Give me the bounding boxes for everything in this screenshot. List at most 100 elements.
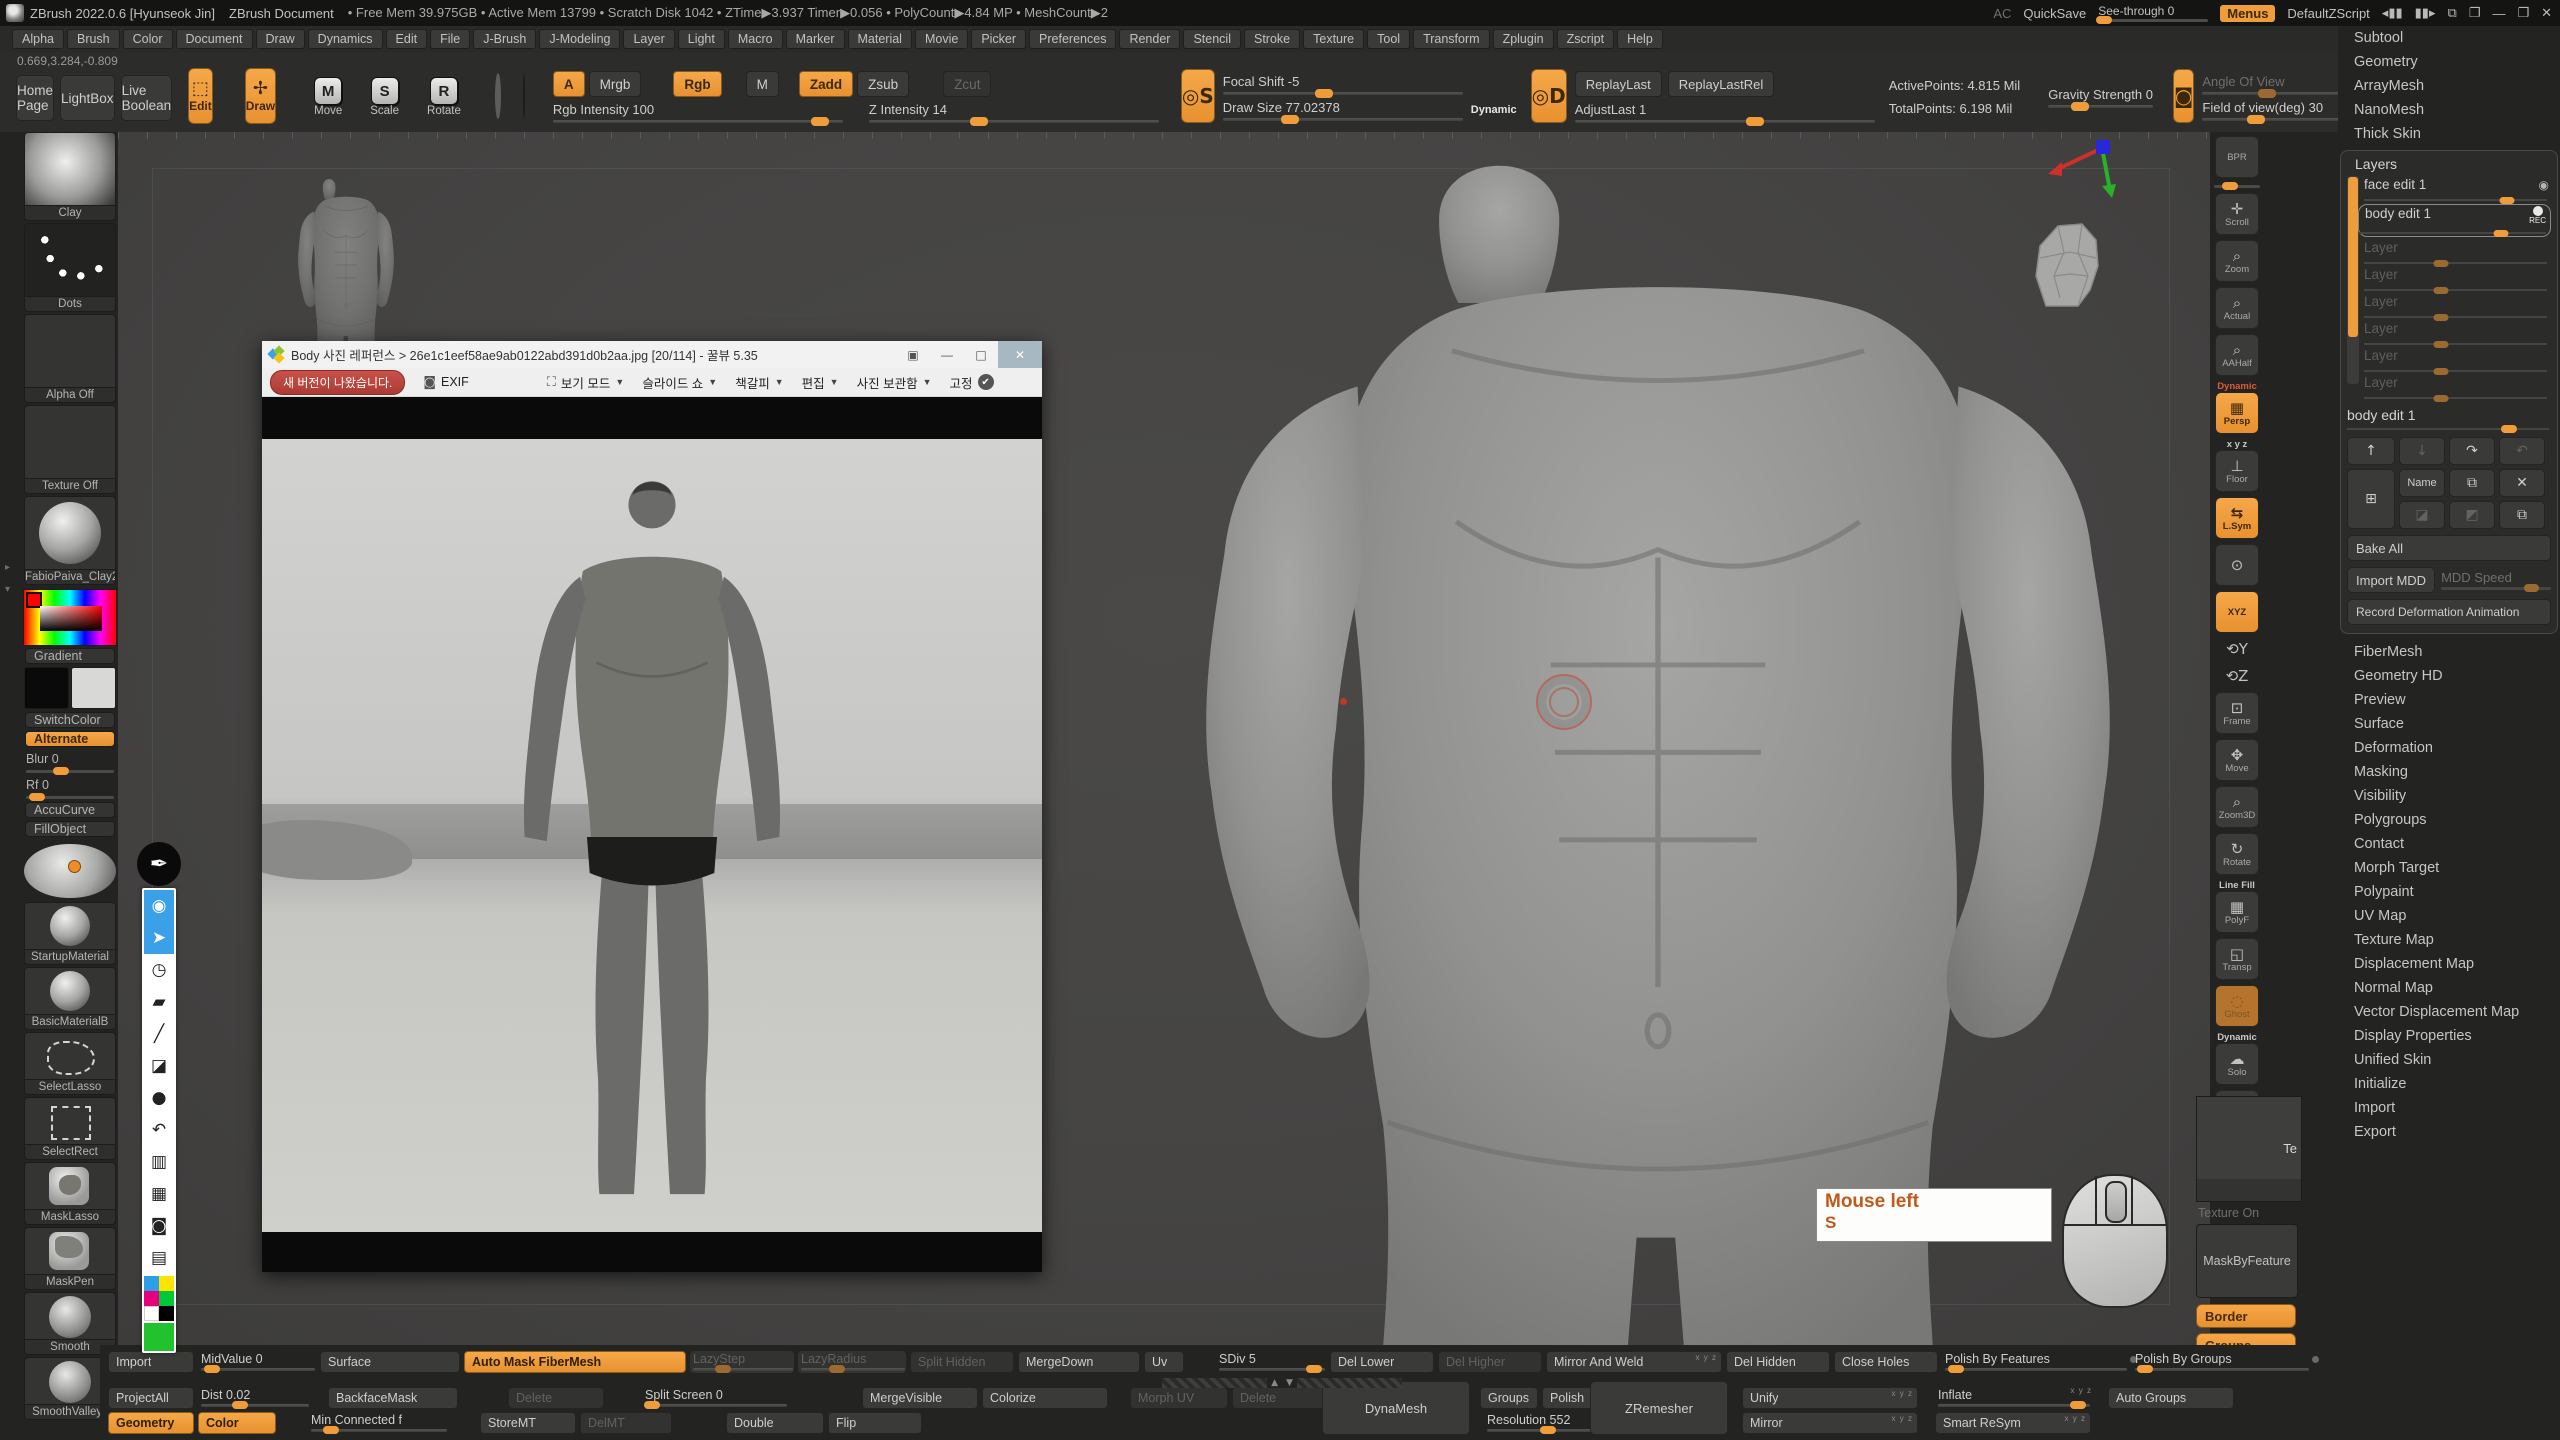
focal-shift-slider[interactable]: Focal Shift -5: [1223, 74, 1463, 95]
menu-item[interactable]: Texture: [1303, 29, 1364, 49]
saturation-value-area[interactable]: [40, 606, 102, 631]
selected-layer-slider[interactable]: [2347, 428, 2549, 430]
strip-tool-button[interactable]: Dynamic ☁ Solo Solo: [2214, 1032, 2260, 1085]
bottom-button[interactable]: MergeVisible: [862, 1387, 978, 1409]
quick-thumb[interactable]: [24, 967, 116, 1015]
photo-viewer-area[interactable]: [262, 397, 1042, 1272]
panel-section-item[interactable]: Initialize: [2338, 1072, 2560, 1096]
split-layer-button[interactable]: ◩: [2449, 501, 2495, 529]
palette-blue[interactable]: [144, 1276, 159, 1291]
panel-section-item[interactable]: FiberMesh: [2338, 640, 2560, 664]
edit-menu[interactable]: 편집 ▼: [802, 373, 839, 392]
merge-down-button[interactable]: ◪: [2399, 501, 2445, 529]
menu-item[interactable]: Document: [176, 29, 253, 49]
palette-magenta[interactable]: [144, 1291, 159, 1306]
layer-copy-button[interactable]: ⧉: [2499, 501, 2545, 529]
strip-tool-button[interactable]: ⌕ Zoom3D Zoom3D: [2214, 786, 2260, 828]
honeyview-window[interactable]: Body 사진 레퍼런스 > 26e1c1eef58ae9ab0122abd39…: [262, 341, 1042, 1272]
bottom-button[interactable]: Morph UV: [1130, 1387, 1228, 1409]
bottom-slider-track[interactable]: [2135, 1368, 2309, 1371]
rotate-mode-button[interactable]: R Rotate: [427, 77, 461, 117]
palette-green[interactable]: [159, 1291, 174, 1306]
panel-section-item[interactable]: Surface: [2338, 712, 2560, 736]
quick-thumb[interactable]: [24, 1032, 116, 1080]
sidebar-quick-item[interactable]: SelectLasso: [24, 1032, 116, 1095]
bottom-button[interactable]: Auto Groups: [2108, 1387, 2234, 1409]
bottom-button[interactable]: Auto Mask FiberMesh: [464, 1351, 686, 1373]
menu-item[interactable]: Stroke: [1244, 29, 1300, 49]
thumb-preview[interactable]: [24, 405, 116, 479]
annotation-tool-button[interactable]: ↶: [144, 1114, 174, 1146]
bottom-button[interactable]: Import: [108, 1351, 194, 1373]
panel-section-item[interactable]: Normal Map: [2338, 976, 2560, 1000]
fillobject-button[interactable]: FillObject: [25, 821, 115, 837]
layer-redo-button[interactable]: ↷: [2449, 437, 2495, 465]
gravity-strength-slider[interactable]: Gravity Strength 0: [2048, 87, 2153, 108]
color-palette[interactable]: [144, 1276, 174, 1321]
restore-button[interactable]: ❐: [2517, 6, 2529, 21]
draw-size-slider[interactable]: Draw Size 77.02378: [1223, 100, 1463, 121]
bake-all-button[interactable]: Bake All: [2347, 535, 2551, 561]
layer-row[interactable]: body edit 1 REC: [2358, 204, 2551, 237]
panel-section-item[interactable]: Export: [2338, 1120, 2560, 1144]
layer-row[interactable]: Layer: [2364, 266, 2551, 293]
update-notice-button[interactable]: 새 버전이 나왔습니다.: [270, 370, 405, 395]
pin-toggle[interactable]: 고정 ✔: [950, 373, 994, 392]
annotation-tool-button[interactable]: ▥: [144, 1146, 174, 1178]
see-through-slider[interactable]: See-through 0: [2098, 4, 2208, 22]
panel-section-item[interactable]: Visibility: [2338, 784, 2560, 808]
bottom-button[interactable]: x y z Smart ReSym: [1935, 1412, 2091, 1434]
menu-item[interactable]: Movie: [915, 29, 968, 49]
menu-item[interactable]: Marker: [786, 29, 845, 49]
panel-section-item[interactable]: Morph Target: [2338, 856, 2560, 880]
quick-thumb[interactable]: [24, 1227, 116, 1275]
menu-item[interactable]: Color: [123, 29, 173, 49]
bottom-button[interactable]: Del Lower: [1330, 1351, 1434, 1373]
bookmark-menu[interactable]: 책갈피 ▼: [735, 373, 783, 392]
quick-thumb[interactable]: [24, 1097, 116, 1145]
layer-intensity-slider[interactable]: [2364, 397, 2547, 399]
palette-yellow[interactable]: [159, 1276, 174, 1291]
replay-last-rel-button[interactable]: ReplayLastRel: [1668, 71, 1775, 97]
panel-section-item[interactable]: NanoMesh: [2338, 98, 2560, 122]
layer-row[interactable]: Layer: [2364, 293, 2551, 320]
thumb-preview[interactable]: [24, 132, 116, 206]
thumb-preview[interactable]: [24, 496, 116, 570]
bottom-button[interactable]: StoreMT: [480, 1412, 576, 1434]
color-picker[interactable]: [23, 589, 117, 646]
menu-item[interactable]: J-Brush: [473, 29, 536, 49]
bottom-button[interactable]: Surface: [320, 1351, 460, 1373]
strip-tool-button[interactable]: ◱ Transp Transp: [2214, 938, 2260, 980]
strip-tool-button[interactable]: ⌕ Actual Actual: [2214, 287, 2260, 329]
menu-item[interactable]: Picker: [971, 29, 1026, 49]
menu-item[interactable]: Zscript: [1557, 29, 1615, 49]
panel-section-item[interactable]: Thick Skin: [2338, 122, 2560, 146]
annotation-tool-button[interactable]: ◷: [144, 954, 174, 986]
strip-tool-button[interactable]: XYZ XYZ: [2214, 591, 2260, 633]
sidebar-quick-item[interactable]: StartupMaterial: [24, 902, 116, 965]
strip-tool-button[interactable]: ⌕ AAHalf AAHalf: [2214, 334, 2260, 376]
annotation-tool-button[interactable]: ◪: [144, 1050, 174, 1082]
annotation-tool-button[interactable]: ▦: [144, 1178, 174, 1210]
panel-section-item[interactable]: Display Properties: [2338, 1024, 2560, 1048]
rgb-intensity-slider[interactable]: Rgb Intensity 100: [553, 102, 843, 123]
layer-row[interactable]: Layer: [2364, 374, 2551, 401]
sidebar-quick-item[interactable]: MaskLasso: [24, 1162, 116, 1225]
layer-intensity-slider[interactable]: [2364, 343, 2547, 345]
menu-item[interactable]: J-Modeling: [539, 29, 620, 49]
pen-logo-icon[interactable]: ✒: [137, 842, 181, 886]
strip-tool-button[interactable]: BPR BPR: [2214, 136, 2260, 178]
layer-up-button[interactable]: ↑: [2347, 437, 2395, 465]
bottom-slider-track[interactable]: [201, 1368, 315, 1371]
mdd-speed-slider[interactable]: MDD Speed: [2441, 570, 2551, 590]
strip-tool-button[interactable]: ✥ Move Move: [2214, 739, 2260, 781]
step-up-icon[interactable]: ▲: [1267, 1378, 1282, 1388]
strip-tool-button[interactable]: ⟲Y: [2214, 638, 2260, 660]
layer-intensity-slider[interactable]: [2364, 199, 2547, 201]
menus-button[interactable]: Menus: [2220, 5, 2275, 22]
quick-thumb[interactable]: [24, 902, 116, 950]
sidebar-quick-item[interactable]: SelectRect: [24, 1097, 116, 1160]
sidebar-thumb-item[interactable]: Alpha Off: [24, 314, 116, 403]
layer-intensity-slider[interactable]: [2364, 262, 2547, 264]
panel-section-item[interactable]: Polygroups: [2338, 808, 2560, 832]
